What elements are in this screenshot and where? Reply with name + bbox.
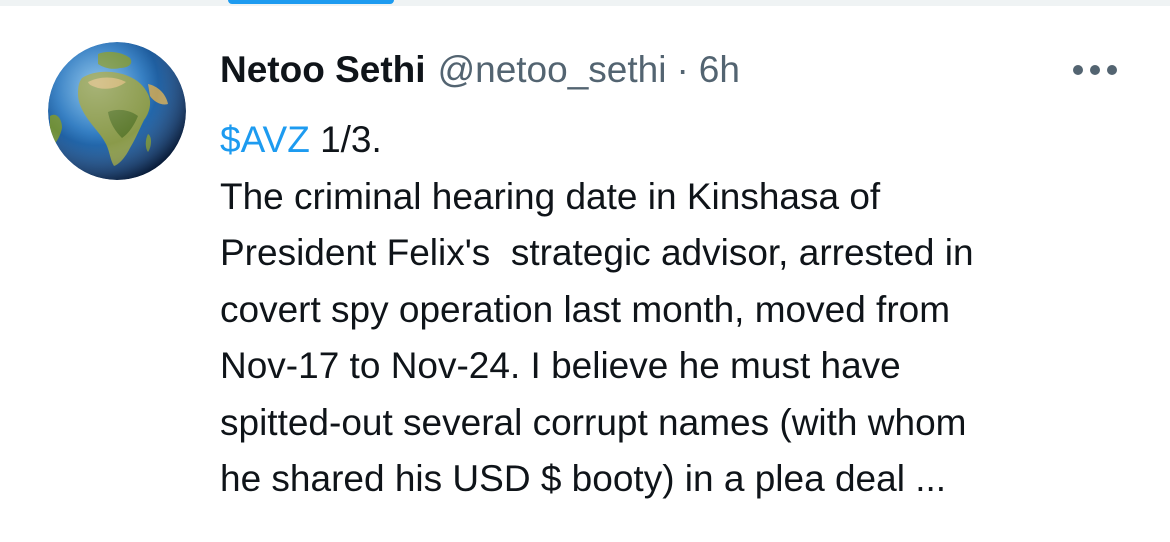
- tweet-text: $AVZ 1/3. The criminal hearing date in K…: [220, 112, 1120, 508]
- tweet-text-line: The criminal hearing date in Kinshasa of: [220, 175, 881, 217]
- tweet-text-line: Nov-17 to Nov-24. I believe he must have: [220, 345, 901, 386]
- author-display-name[interactable]: Netoo Sethi: [220, 48, 426, 92]
- tweet-timestamp[interactable]: 6h: [699, 48, 740, 92]
- more-options-button[interactable]: [1068, 50, 1122, 90]
- header-separator: ·: [676, 49, 689, 90]
- tweet-header: Netoo Sethi @netoo_sethi · 6h: [220, 48, 740, 92]
- tweet-text-fragment: 1/3.: [309, 119, 382, 160]
- author-handle[interactable]: @netoo_sethi: [438, 48, 667, 92]
- active-tab-indicator: [228, 0, 394, 4]
- tweet-text-line: covert spy operation last month, moved f…: [220, 288, 951, 330]
- tweet-text-line: he shared his USD $ booty) in a plea dea…: [220, 458, 947, 499]
- tweet-text-line: President Felix's strategic advisor, arr…: [220, 232, 974, 273]
- avatar[interactable]: [48, 42, 186, 180]
- more-horizontal-icon: [1073, 65, 1117, 75]
- cashtag-link[interactable]: $AVZ: [220, 119, 310, 160]
- tweet-text-line: spitted-out several corrupt names (with …: [220, 401, 967, 443]
- tweet[interactable]: Netoo Sethi @netoo_sethi · 6h $AVZ 1/3. …: [0, 6, 1170, 542]
- globe-africa-icon: [48, 42, 186, 180]
- tweet-text-line: $AVZ 1/3.: [220, 112, 1120, 169]
